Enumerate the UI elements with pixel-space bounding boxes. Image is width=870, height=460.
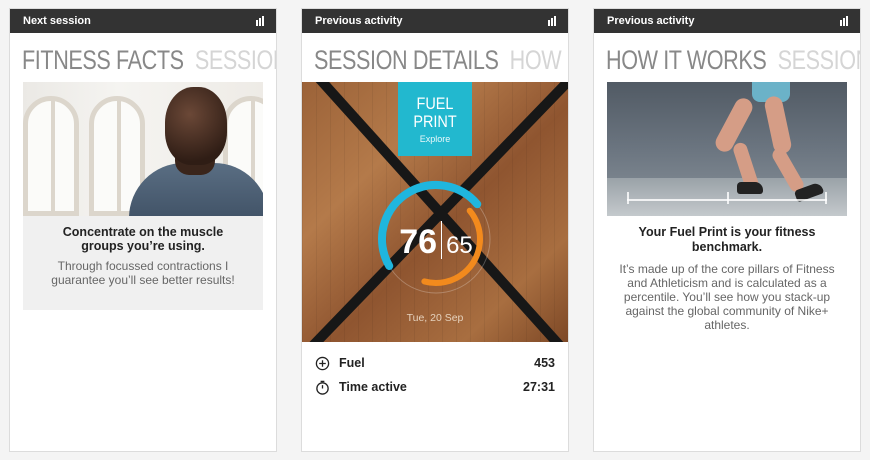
caption-title: Concentrate on the muscle groups you’re … (62, 225, 224, 253)
headline-next: SESSION DETAILS (194, 45, 276, 75)
session-details-card: Previous activity SESSION DETAILS HOW IT … (302, 9, 568, 451)
headline-next: SESSION DETAILS (777, 45, 860, 75)
signal-bars-icon (256, 16, 264, 26)
how-it-works-title: Your Fuel Print is your fitness benchmar… (638, 225, 816, 254)
card-topbar: Previous activity (594, 9, 860, 33)
stat-label: Fuel (339, 356, 365, 370)
stat-value: 27:31 (523, 380, 555, 394)
previous-activity-button[interactable]: Previous activity (607, 15, 694, 27)
headline-active: SESSION DETAILS (314, 45, 499, 75)
badge-explore: Explore (419, 134, 451, 144)
stat-row-time-active: Time active 27:31 (315, 377, 555, 397)
fitness-fact-caption: Concentrate on the muscle groups you’re … (23, 216, 263, 310)
trainer-figure (129, 87, 263, 216)
headline-active: FITNESS FACTS (22, 45, 184, 75)
section-headline[interactable]: FITNESS FACTS SESSION DETAILS (22, 45, 276, 75)
signal-bars-icon (548, 16, 556, 26)
how-it-works-card: Previous activity HOW IT WORKS SESSION DE… (594, 9, 860, 451)
athlete-photo[interactable] (607, 82, 847, 216)
plus-circle-icon (315, 356, 330, 370)
how-it-works-body: It’s made up of the core pillars of Fitn… (619, 262, 835, 332)
badge-line1: FUEL (416, 94, 454, 113)
trainer-photo[interactable] (23, 82, 263, 216)
headline-next: HOW IT WORKS (509, 45, 568, 75)
caption-body: Through focussed contractions I guarante… (51, 259, 235, 287)
fuel-print-score: 76 65 (375, 221, 497, 262)
session-date: Tue, 20 Sep (406, 312, 464, 324)
score-minor: 65 (446, 232, 473, 259)
signal-bars-icon (840, 16, 848, 26)
stat-label: Time active (339, 380, 407, 394)
court-background: FUEL PRINT Explore 76 65 Tue, 20 Sep (302, 82, 568, 342)
score-major: 76 (399, 223, 438, 261)
previous-activity-button[interactable]: Previous activity (315, 15, 402, 27)
fuel-print-explore-button[interactable]: FUEL PRINT Explore (398, 82, 472, 156)
headline-active: HOW IT WORKS (606, 45, 767, 75)
stat-row-fuel: Fuel 453 (315, 353, 555, 373)
section-headline[interactable]: HOW IT WORKS SESSION DETAILS (606, 45, 860, 75)
next-session-button[interactable]: Next session (23, 15, 91, 27)
how-it-works-text: Your Fuel Print is your fitness benchmar… (607, 225, 847, 332)
window-arch (23, 96, 79, 216)
stat-value: 453 (534, 356, 555, 370)
card-topbar: Next session (10, 9, 276, 33)
badge-line2: PRINT (413, 112, 457, 131)
fitness-facts-card: Next session FITNESS FACTS SESSION DETAIL… (10, 9, 276, 451)
stopwatch-icon (316, 380, 329, 395)
section-headline[interactable]: SESSION DETAILS HOW IT WORKS (314, 45, 568, 75)
card-topbar: Previous activity (302, 9, 568, 33)
